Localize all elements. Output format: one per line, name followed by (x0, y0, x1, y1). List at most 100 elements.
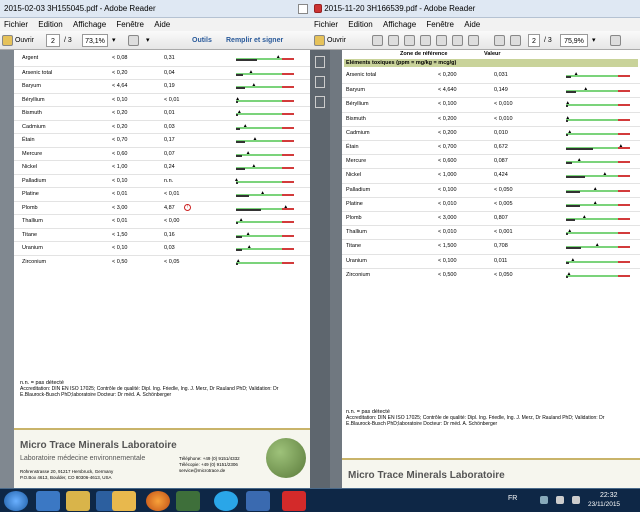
start-button[interactable] (4, 491, 28, 511)
level-marker-icon: ▲ (235, 257, 241, 264)
windows-taskbar: FR 22:32 23/11/2015 (0, 488, 640, 512)
row-reference: < 0,08 (112, 55, 128, 61)
row-element-name: Palladium (346, 186, 371, 193)
app-icon[interactable] (176, 491, 200, 511)
right-fit-page-icon[interactable] (610, 34, 621, 47)
right-menu-file[interactable]: Fichier (314, 20, 338, 29)
navigation-pane (310, 50, 330, 488)
globe-logo-icon (266, 438, 306, 478)
reference-bar-red (282, 58, 294, 60)
lab-phone: Téléphone: +49 (0) 9151/4332 (179, 456, 240, 461)
toxic-section-title: Eléments toxiques (ppm = mg/kg = mcg/g) (346, 60, 457, 66)
acrobat-icon[interactable] (282, 491, 306, 511)
row-element-name: Argent (22, 55, 39, 61)
table-row: Titane < 1,50 0,16 ▲ (14, 227, 310, 242)
reference-bar-red (282, 234, 294, 237)
right-menu-window[interactable]: Fenêtre (426, 20, 454, 29)
right-open-button[interactable]: Ouvrir (314, 34, 346, 47)
left-page-count: / 3 (64, 37, 72, 44)
level-bar (566, 91, 576, 94)
lab-fax: Télécopie: +49 (0) 9151/2306 (179, 462, 238, 467)
table-row: Nickel < 1,000 0,424 ▲ (342, 168, 640, 182)
lab-address-2: P.O.Box 4613, Boulder, CO 80306-4613, US… (20, 475, 112, 480)
level-marker-icon: ▲ (245, 149, 251, 156)
flag-icon[interactable] (556, 496, 564, 504)
level-bar (236, 154, 242, 157)
right-page-input[interactable]: 2 (528, 34, 540, 47)
fill-sign-button[interactable]: Remplir et signer (226, 34, 283, 47)
row-element-name: Cadmium (22, 123, 46, 130)
reference-bar-red (618, 232, 630, 235)
row-value: 0,031 (494, 72, 508, 78)
fit-page-icon[interactable] (128, 34, 139, 47)
pages-panel-icon[interactable] (315, 56, 325, 68)
row-value: 0,010 (494, 129, 508, 136)
level-bar (236, 235, 242, 238)
zoom-dropdown-icon[interactable]: ▾ (112, 34, 116, 47)
right-document-page: Zone de référence Valeur Eléments toxiqu… (342, 50, 640, 488)
comment-icon[interactable] (452, 34, 463, 47)
left-page-input[interactable]: 2 (46, 34, 60, 47)
reference-bar-red (282, 126, 294, 129)
page-up-icon[interactable] (494, 34, 505, 47)
row-value: 0,07 (164, 150, 175, 157)
language-indicator[interactable]: FR (508, 495, 517, 502)
left-more-icon[interactable]: ▾ (146, 34, 150, 47)
right-zoom-dropdown-icon[interactable]: ▾ (592, 34, 596, 47)
row-reference: < 1,50 (112, 231, 128, 238)
ie-icon[interactable] (36, 491, 60, 511)
skype-icon[interactable] (214, 491, 238, 511)
firefox-icon[interactable] (146, 491, 170, 511)
level-marker-icon: ▲ (565, 100, 571, 107)
right-zoom-select[interactable]: 75,9% (560, 34, 588, 47)
create-pdf-icon[interactable] (372, 34, 383, 47)
row-value: 0,424 (494, 172, 508, 179)
table-row: Mercure < 0,600 0,087 ▲ (342, 154, 640, 168)
row-value: 0,04 (164, 69, 175, 76)
volume-icon[interactable] (572, 496, 580, 504)
print-icon[interactable] (388, 34, 399, 47)
left-close-icon[interactable] (298, 4, 308, 14)
tools-button[interactable]: Outils (192, 34, 212, 47)
left-menu-view[interactable]: Affichage (73, 20, 106, 29)
left-open-button[interactable]: Ouvrir (2, 34, 34, 47)
left-menu-edit[interactable]: Edition (38, 20, 62, 29)
explorer-icon[interactable] (66, 491, 90, 511)
left-menu-help[interactable]: Aide (154, 20, 170, 29)
sign-icon[interactable] (468, 34, 479, 47)
left-menu-window[interactable]: Fenêtre (116, 20, 144, 29)
level-marker-icon: ▲ (260, 190, 266, 196)
row-value: < 0,010 (494, 101, 513, 108)
row-reference: < 0,500 (438, 271, 457, 278)
right-menu-help[interactable]: Aide (464, 20, 480, 29)
table-row: Baryum < 4,640 0,149 ▲ (342, 83, 640, 97)
right-lab-name: Micro Trace Minerals Laboratoire (348, 470, 505, 481)
email-icon[interactable] (436, 34, 447, 47)
table-row: Palladium < 0,10 n.n. ▲ (14, 173, 310, 188)
reference-bar-green (236, 180, 282, 183)
left-zoom-select[interactable]: 73,1% (82, 34, 108, 47)
clock-date[interactable]: 23/11/2015 (588, 501, 620, 508)
clock-time[interactable]: 22:32 (600, 492, 618, 499)
lab-email[interactable]: service@microtrace.de (179, 468, 225, 473)
signatures-icon[interactable] (315, 96, 325, 108)
table-row: Bismuth < 0,200 < 0,010 ▲ (342, 111, 640, 126)
right-toolbar: Ouvrir 2 / 3 75,9% ▾ (310, 31, 640, 50)
mail-icon[interactable] (112, 491, 136, 511)
tray-up-icon[interactable] (540, 496, 548, 504)
cloud-icon[interactable] (420, 34, 431, 47)
word-icon[interactable] (246, 491, 270, 511)
level-bar (236, 59, 257, 61)
level-marker-icon: ▲ (618, 143, 624, 149)
attachments-icon[interactable] (315, 76, 325, 88)
page-down-icon[interactable] (510, 34, 521, 47)
row-reference: < 0,20 (112, 110, 128, 116)
left-menu-file[interactable]: Fichier (4, 20, 28, 29)
table-row: Cadmium < 0,200 0,010 ▲ (342, 125, 640, 140)
right-page-count: / 3 (544, 37, 552, 44)
right-menu-view[interactable]: Affichage (383, 20, 416, 29)
save-icon[interactable] (404, 34, 415, 47)
right-menu-edit[interactable]: Edition (348, 20, 372, 29)
row-element-name: Arsenic total (346, 72, 377, 78)
row-reference: < 0,50 (112, 258, 128, 265)
